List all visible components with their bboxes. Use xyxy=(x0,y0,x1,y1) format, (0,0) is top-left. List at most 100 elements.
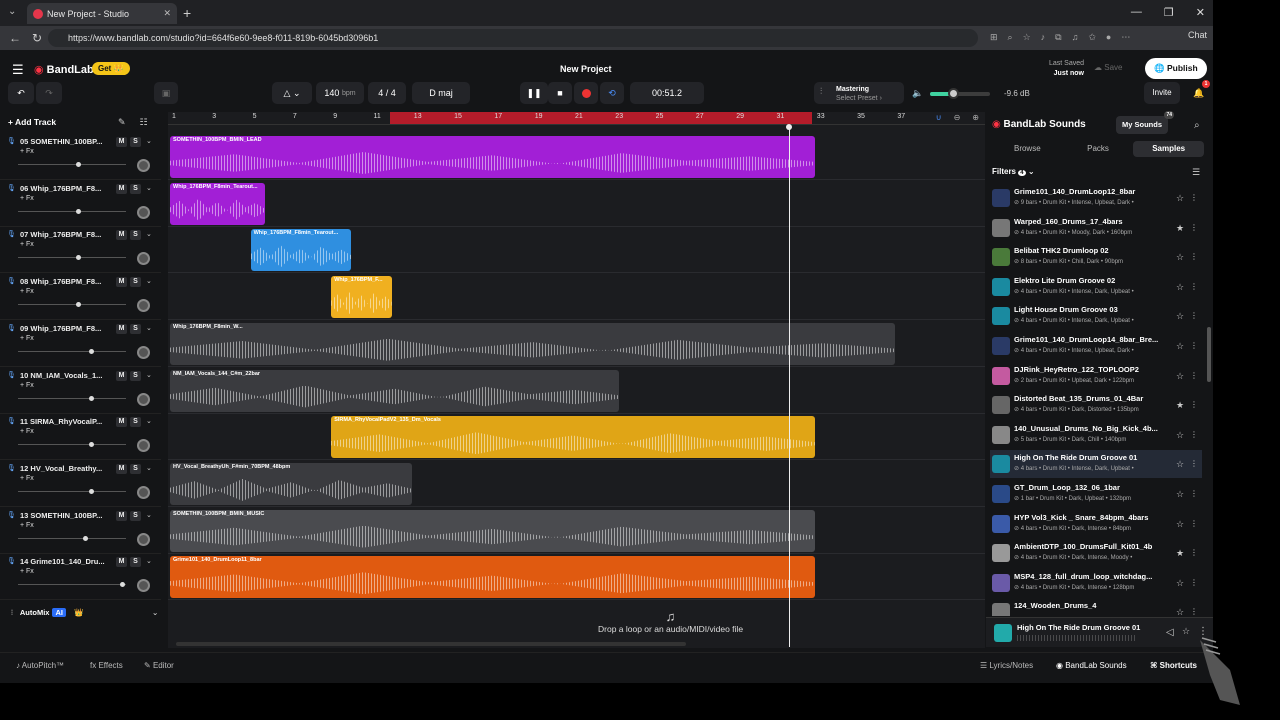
track-pan-knob[interactable] xyxy=(137,345,150,359)
more-options-icon[interactable]: ⋮ xyxy=(1190,252,1198,261)
add-fx-button[interactable]: + Fx xyxy=(20,475,34,482)
track-lane[interactable]: Grime101_140_DrumLoop11_8bar xyxy=(168,554,985,601)
add-fx-button[interactable]: + Fx xyxy=(20,288,34,295)
track-volume-knob[interactable] xyxy=(82,535,88,541)
audio-clip[interactable]: SOMETHIN_100BPM_BMIN_MUSIC xyxy=(170,509,815,552)
add-fx-button[interactable]: + Fx xyxy=(20,522,34,529)
more-options-icon[interactable]: ⋮ xyxy=(1190,578,1198,587)
undo-button[interactable]: ↶ xyxy=(8,82,34,104)
track-pan-knob[interactable] xyxy=(137,532,150,546)
publish-button[interactable]: 🌐 Publish xyxy=(1145,58,1207,79)
loop-button[interactable]: ⟲ xyxy=(600,82,624,104)
sample-list-scrollbar[interactable] xyxy=(1207,327,1211,382)
mute-button[interactable]: M xyxy=(116,557,127,568)
track-volume-knob[interactable] xyxy=(76,208,82,214)
track-volume-slider[interactable] xyxy=(18,535,126,541)
track-pan-knob[interactable] xyxy=(137,439,150,453)
track-pan-knob[interactable] xyxy=(137,205,150,219)
more-options-icon[interactable]: ⋮ xyxy=(1190,223,1198,232)
sounds-tab-packs[interactable]: Packs xyxy=(1063,141,1134,157)
track-volume-slider[interactable] xyxy=(18,208,126,214)
solo-button[interactable]: S xyxy=(130,417,141,428)
sample-item[interactable]: HYP Vol3_Kick _ Snare_84bpm_4bars ⊘ 4 bar… xyxy=(990,510,1202,538)
track-lane[interactable]: SIRMA_RhyVocalPadV2_135_Dm_Vocals xyxy=(168,414,985,461)
star-icon[interactable]: ☆ xyxy=(1176,578,1184,589)
track-pan-knob[interactable] xyxy=(137,579,150,593)
more-options-icon[interactable]: ⋮ xyxy=(1190,193,1198,202)
track-volume-slider[interactable] xyxy=(18,582,126,588)
sample-item[interactable]: GT_Drum_Loop_132_06_1bar ⊘ 1 bar • Drum K… xyxy=(990,480,1202,508)
star-icon[interactable]: ☆ xyxy=(1176,519,1184,530)
new-tab-icon[interactable]: + xyxy=(183,5,191,21)
star-icon[interactable]: ☆ xyxy=(1176,371,1184,382)
sample-item[interactable]: Light House Drum Groove 03 ⊘ 4 bars • Dru… xyxy=(990,302,1202,330)
star-icon[interactable]: ★ xyxy=(1176,548,1184,559)
track-name[interactable]: 14 Grime101_140_Dru... xyxy=(20,557,105,566)
sample-item[interactable]: 124_Wooden_Drums_4 ☆ ⋮ xyxy=(990,598,1202,616)
zoom-out-icon[interactable]: ⊖ xyxy=(954,113,961,122)
track-lane[interactable]: Whip_176BPM_F8min_Tearout... xyxy=(168,181,985,227)
more-options-icon[interactable]: ⋮ xyxy=(1190,400,1198,409)
track-volume-knob[interactable] xyxy=(76,302,82,308)
get-membership-button[interactable]: Get 👑 xyxy=(92,62,130,75)
bandlab-logo[interactable]: ◉ BandLab xyxy=(34,63,94,76)
track-volume-slider[interactable] xyxy=(18,162,126,167)
track-volume-slider[interactable] xyxy=(18,348,126,354)
track-chevron-icon[interactable]: ⌄ xyxy=(146,324,152,332)
mute-button[interactable]: M xyxy=(116,510,127,521)
menu-icon[interactable]: ☰ xyxy=(12,62,24,78)
more-options-icon[interactable]: ⋮ xyxy=(1190,519,1198,528)
notifications-button[interactable]: 🔔 1 xyxy=(1188,80,1210,104)
track-name[interactable]: 12 HV_Vocal_Breathy... xyxy=(20,464,102,473)
track-lane[interactable]: HV_Vocal_BreathyUh_F#min_70BPM_48bpm xyxy=(168,461,985,507)
track-pan-knob[interactable] xyxy=(137,485,150,499)
track-pan-knob[interactable] xyxy=(137,159,150,172)
reload-icon[interactable]: ↻ xyxy=(32,31,46,45)
more-options-icon[interactable]: ⋮ xyxy=(1190,459,1198,468)
sort-icon[interactable]: ☰ xyxy=(1192,167,1200,178)
mute-button[interactable]: M xyxy=(116,137,127,147)
audio-clip[interactable]: Whip_176BPM_F8min_Tearout... xyxy=(250,229,352,272)
track-name[interactable]: 06 Whip_176BPM_F8... xyxy=(20,184,101,193)
solo-button[interactable]: S xyxy=(130,230,141,241)
track-pan-knob[interactable] xyxy=(137,392,150,406)
track-name[interactable]: 08 Whip_176BPM_F8... xyxy=(20,277,101,286)
star-icon[interactable]: ☆ xyxy=(1176,193,1184,204)
track-volume-knob[interactable] xyxy=(76,255,82,261)
extensions-icon[interactable]: ⧉ xyxy=(1055,32,1061,43)
star-icon[interactable]: ☆ xyxy=(1182,626,1190,637)
add-fx-button[interactable]: + Fx xyxy=(20,382,34,389)
key-field[interactable]: D maj xyxy=(412,82,470,104)
track-lane[interactable]: Whip_176BPM_F8min_W... xyxy=(168,321,985,367)
track-pan-knob[interactable] xyxy=(137,252,150,266)
effects-button[interactable]: fx Effects xyxy=(90,661,123,670)
track-volume-knob[interactable] xyxy=(119,582,125,588)
more-options-icon[interactable]: ⋮ xyxy=(1190,607,1198,616)
search-icon[interactable]: ⌕ xyxy=(1194,120,1200,131)
browser-tab[interactable]: New Project - Studio ✕ xyxy=(27,3,177,24)
arrangement-area[interactable]: 1 3 5 7 9 11 13 15 17 19 21 23 25 27 29 31 33 35 37 ∪ ⊖ ⊕ … xyxy=(168,112,985,648)
track-settings-icon[interactable]: ☷ xyxy=(140,117,148,128)
audio-clip[interactable]: Whip_176BPM_F8min_W... xyxy=(170,322,896,365)
sample-item[interactable]: Distorted Beat_135_Drums_01_4Bar ⊘ 4 bars… xyxy=(990,391,1202,419)
audio-clip[interactable]: Whip_176BPM_F... xyxy=(331,276,392,319)
sample-item[interactable]: MSP4_128_full_drum_loop_witchdag... ⊘ 4 b… xyxy=(990,569,1202,597)
more-icon[interactable]: ⋯ xyxy=(1121,32,1130,43)
star-icon[interactable]: ☆ xyxy=(1176,459,1184,470)
track-volume-knob[interactable] xyxy=(89,395,95,401)
track-volume-slider[interactable] xyxy=(18,442,126,448)
star-icon[interactable]: ☆ xyxy=(1176,282,1184,293)
star-icon[interactable]: ★ xyxy=(1176,400,1184,411)
my-sounds-button[interactable]: My Sounds 74 xyxy=(1116,111,1174,134)
add-fx-button[interactable]: + Fx xyxy=(20,568,34,575)
bandlab-sounds-button[interactable]: ◉ BandLab Sounds xyxy=(1056,661,1127,670)
edit-tracks-icon[interactable]: ✎ xyxy=(118,117,126,128)
mute-button[interactable]: M xyxy=(116,417,127,428)
minimize-icon[interactable]: — xyxy=(1131,6,1142,19)
speaker-icon[interactable]: 🔈 xyxy=(912,88,923,99)
audio-clip[interactable]: HV_Vocal_BreathyUh_F#min_70BPM_48bpm xyxy=(170,462,412,505)
audio-clip[interactable]: NM_IAM_Vocals_144_C#m_22bar xyxy=(170,369,620,412)
view-toggle-button[interactable]: ▣ xyxy=(154,82,178,104)
metronome-button[interactable]: △ ⌄ xyxy=(272,82,312,104)
track-volume-knob[interactable] xyxy=(89,442,95,448)
